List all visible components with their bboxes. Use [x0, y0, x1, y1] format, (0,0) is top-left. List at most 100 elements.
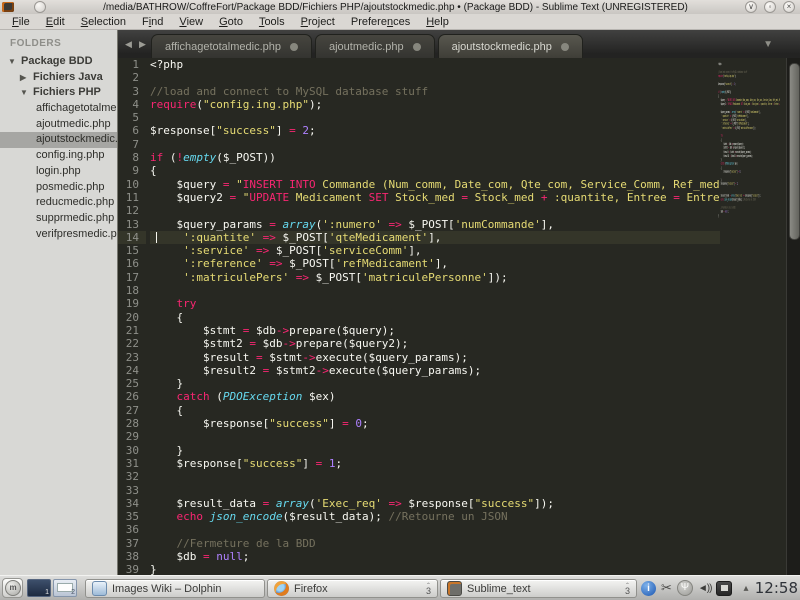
code-line: }: [150, 563, 157, 575]
modified-dot-icon[interactable]: [560, 42, 569, 51]
sidebar-item-ajoutmedic-php[interactable]: ajoutmedic.php: [0, 117, 117, 133]
close-button[interactable]: ×: [783, 1, 795, 13]
tab-affichagetotalmedic-php[interactable]: affichagetotalmedic.php: [151, 34, 312, 58]
taskbar-clock[interactable]: 12:58: [755, 576, 798, 600]
code-line: $db = null;: [150, 549, 250, 563]
code-line: <?php: [150, 58, 184, 71]
code-line: $result2 = $stmt2->execute($query_params…: [150, 363, 482, 377]
panel-expander-icon[interactable]: ▴: [743, 583, 748, 594]
line-number: 34: [125, 496, 139, 510]
collapsed-triangle-icon[interactable]: ▶: [20, 70, 33, 86]
menu-selection[interactable]: Selection: [73, 16, 134, 28]
line-number: 30: [125, 443, 139, 457]
sidebar-item-config-ing-php[interactable]: config.ing.php: [0, 148, 117, 164]
code-line: $response["success"] = 1;: [150, 456, 343, 470]
line-number: 1: [132, 58, 139, 71]
code-line: $query_params = array(':numero' => $_POS…: [150, 217, 555, 231]
sidebar-item-label: Fichiers PHP: [33, 86, 101, 99]
sidebar-item-fichiers-java[interactable]: ▶ Fichiers Java: [0, 70, 117, 86]
window-menu-button[interactable]: [34, 1, 46, 13]
sidebar-item-package-bdd[interactable]: ▼ Package BDD: [0, 54, 117, 70]
task-button-firefox[interactable]: Firefox 3: [267, 579, 438, 598]
sublime-icon: [447, 581, 462, 596]
line-number: 20: [125, 310, 139, 324]
sidebar-item-label: affichagetotalmedic.php: [36, 102, 117, 115]
menu-find[interactable]: Find: [134, 16, 171, 28]
virtual-desktop-1[interactable]: 1: [27, 579, 51, 597]
update-notifier-icon[interactable]: i: [641, 580, 656, 596]
tab-scroll-left-icon[interactable]: ◀: [125, 39, 132, 50]
folder-tree: ▼ Package BDD ▶ Fichiers Java ▼ Fichiers PHP a…: [0, 54, 117, 242]
line-number: 15: [125, 244, 139, 258]
code-line: $stmt = $db->prepare($query);: [150, 323, 396, 337]
code-line: ':quantite' => $_POST['qteMedicament'],: [150, 230, 720, 245]
sidebar-item-fichiers-php[interactable]: ▼ Fichiers PHP: [0, 85, 117, 101]
menu-goto[interactable]: Goto: [211, 16, 251, 28]
sidebar-item-label: ajoutmedic.php: [36, 117, 111, 130]
sidebar-item-ajoutstockmedic-php[interactable]: ajoutstockmedic.php: [0, 132, 117, 149]
minimap[interactable]: <?php //load and connect to MySQL databa…: [718, 62, 780, 292]
line-number: 7: [132, 137, 139, 151]
klipper-scissors-icon[interactable]: ✂: [661, 580, 672, 596]
editor: ◀ ▶ affichagetotalmedic.php ajoutmedic.ph…: [118, 30, 800, 575]
task-button-sublime_text[interactable]: Sublime_text 3: [440, 579, 637, 598]
window-count-badge[interactable]: 3: [625, 584, 630, 595]
expanded-triangle-icon[interactable]: ▼: [20, 85, 33, 101]
folders-header: FOLDERS: [10, 38, 62, 49]
tab-overflow-icon[interactable]: ▼: [763, 39, 773, 50]
modified-dot-icon[interactable]: [290, 42, 298, 51]
tab-scroll-right-icon[interactable]: ▶: [139, 39, 146, 50]
code-area[interactable]: 1 2 3 4 5 6 7 8 9 10 11 12 13 14 15 16 17 18 19 20 21 22 23 24 2…: [118, 58, 800, 575]
window-titlebar[interactable]: /media/BATHROW/CoffreFort/Package BDD/Fi…: [0, 0, 800, 14]
code-line: $response["success"] = 2;: [150, 124, 316, 138]
sidebar-item-posmedic-php[interactable]: posmedic.php: [0, 180, 117, 196]
menu-view[interactable]: View: [171, 16, 211, 28]
sidebar-item-verifpresmedic-php[interactable]: verifpresmedic.php: [0, 227, 117, 243]
code-line: $query2 = "UPDATE Medicament SET Stock_m…: [150, 190, 720, 204]
start-menu-button[interactable]: m: [2, 578, 23, 598]
volume-icon[interactable]: ◄)): [698, 583, 713, 594]
usb-device-icon[interactable]: Ψ: [676, 580, 693, 596]
menu-help[interactable]: Help: [418, 16, 457, 28]
code-line: $query = "INSERT INTO Commande (Num_comm…: [150, 177, 720, 191]
sidebar-item-label: config.ing.php: [36, 149, 105, 162]
line-number: 33: [125, 483, 139, 497]
tab-ajoutstockmedic-php[interactable]: ajoutstockmedic.php: [437, 34, 583, 58]
task-button-images-wiki-dolphin[interactable]: Images Wiki – Dolphin: [85, 579, 265, 598]
window-count-badge[interactable]: 3: [426, 584, 431, 595]
menu-project[interactable]: Project: [293, 16, 343, 28]
sidebar-item-label: supprmedic.php: [36, 211, 115, 224]
desktop-number: 2: [71, 589, 75, 596]
sidebar-item-login-php[interactable]: login.php: [0, 164, 117, 180]
sidebar-item-affichagetotalmedic-php[interactable]: affichagetotalmedic.php: [0, 101, 117, 117]
line-number: 12: [125, 204, 139, 218]
expanded-triangle-icon[interactable]: ▼: [8, 54, 21, 70]
menu-file[interactable]: File: [4, 16, 38, 28]
scrollbar-thumb[interactable]: [789, 63, 800, 240]
desktop: /media/BATHROW/CoffreFort/Package BDD/Fi…: [0, 0, 800, 600]
line-number: 39: [125, 563, 139, 575]
tab-ajoutmedic-php[interactable]: ajoutmedic.php: [315, 34, 435, 58]
device-notifier-icon[interactable]: [716, 580, 733, 596]
menu-tools[interactable]: Tools: [251, 16, 293, 28]
modified-dot-icon[interactable]: [412, 42, 421, 51]
line-number: 36: [125, 523, 139, 537]
desktop-number: 1: [45, 589, 49, 596]
tab-bar: ◀ ▶ affichagetotalmedic.php ajoutmedic.ph…: [118, 30, 800, 58]
sidebar-item-reducmedic-php[interactable]: reducmedic.php: [0, 195, 117, 211]
menu-edit[interactable]: Edit: [38, 16, 73, 28]
menu-preferences[interactable]: Preferences: [343, 16, 418, 28]
code-line: {: [150, 310, 184, 324]
sidebar-item-supprmedic-php[interactable]: supprmedic.php: [0, 211, 117, 227]
maximize-button[interactable]: ◦: [764, 1, 776, 13]
vertical-scrollbar[interactable]: [786, 58, 800, 575]
virtual-desktop-2[interactable]: 2: [53, 579, 77, 597]
taskbar: m 1 2 Images Wiki – DolphinFirefox3Sublim…: [0, 575, 800, 600]
code-line: try: [176, 297, 197, 311]
line-number: 5: [132, 111, 139, 125]
line-number: 35: [125, 510, 139, 524]
minimize-button[interactable]: ∨: [745, 1, 757, 13]
